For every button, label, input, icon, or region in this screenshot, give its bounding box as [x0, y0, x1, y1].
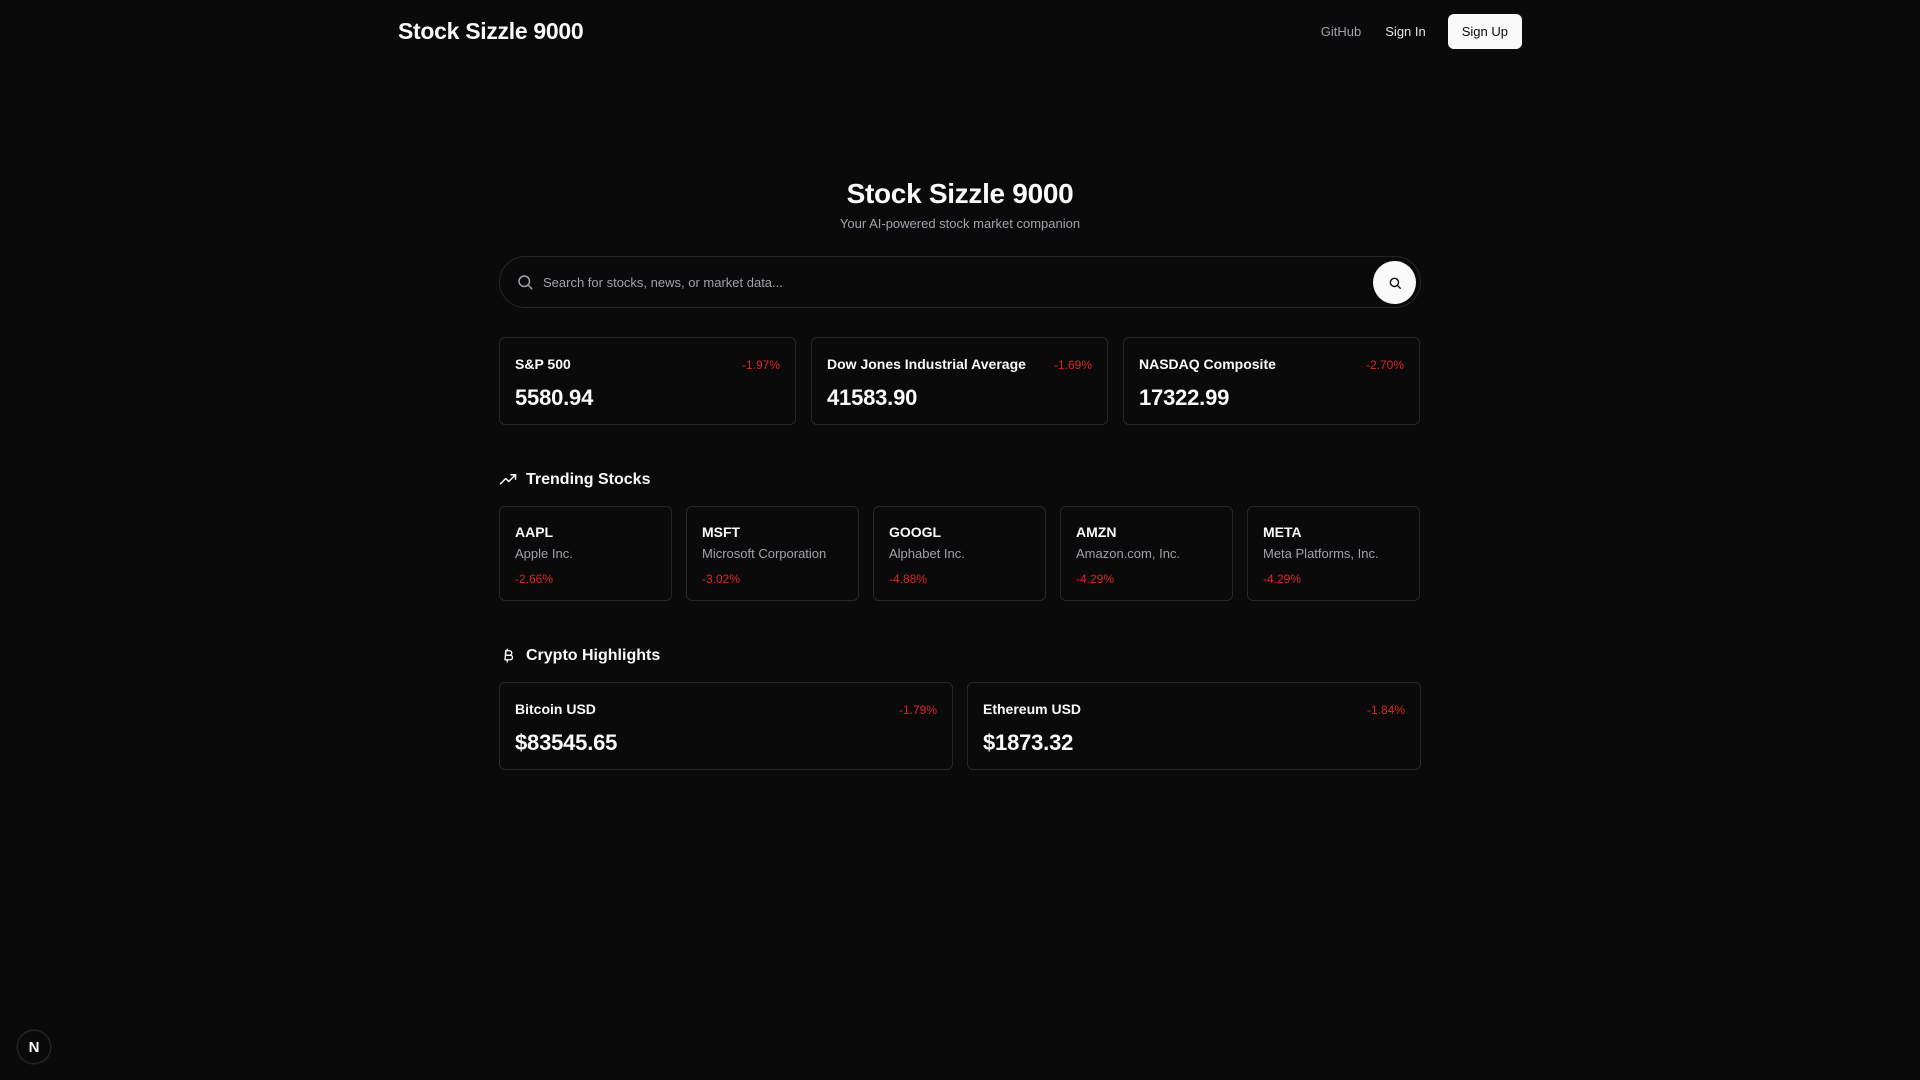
crypto-name: Ethereum USD	[983, 701, 1082, 717]
stock-change: -4.29%	[1263, 572, 1302, 586]
stock-company-name: Meta Platforms, Inc.	[1263, 546, 1379, 561]
bitcoin-icon	[504, 648, 514, 663]
index-card[interactable]: Dow Jones Industrial Average -1.69% 4158…	[811, 337, 1108, 425]
top-navbar: Stock Sizzle 9000 GitHub Sign In Sign Up	[0, 0, 1920, 64]
stock-company-name: Microsoft Corporation	[702, 546, 827, 561]
stock-change: -2.66%	[515, 572, 554, 586]
index-value: 41583.90	[827, 385, 918, 410]
crypto-price: $1873.32	[983, 730, 1074, 755]
stock-change: -4.88%	[889, 572, 928, 586]
search-icon	[518, 275, 533, 290]
stock-card[interactable]: AAPL Apple Inc. -2.66%	[499, 506, 672, 601]
search-bar	[499, 256, 1421, 308]
section-title-text: Crypto Highlights	[526, 647, 661, 664]
stock-card[interactable]: AMZN Amazon.com, Inc. -4.29%	[1060, 506, 1233, 601]
hero-section: Stock Sizzle 9000 Your AI-powered stock …	[0, 178, 1920, 231]
search-input[interactable]	[543, 271, 1363, 293]
stock-card[interactable]: META Meta Platforms, Inc. -4.29%	[1247, 506, 1420, 601]
stock-card[interactable]: MSFT Microsoft Corporation -3.02%	[686, 506, 859, 601]
index-card[interactable]: NASDAQ Composite -2.70% 17322.99	[1123, 337, 1420, 425]
trending-up-icon	[499, 474, 517, 485]
crypto-change: -1.79%	[898, 703, 937, 717]
trending-stocks-heading: Trending Stocks	[499, 471, 1421, 489]
sign-up-button[interactable]: Sign Up	[1447, 14, 1522, 49]
crypto-price: $83545.65	[515, 730, 618, 755]
stock-ticker: GOOGL	[889, 524, 942, 540]
index-name: NASDAQ Composite	[1139, 356, 1276, 372]
section-title-text: Trending Stocks	[526, 471, 651, 488]
nextjs-dev-tools-button[interactable]: N	[17, 1030, 51, 1064]
index-change: -1.69%	[1053, 358, 1092, 372]
github-link[interactable]: GitHub	[1309, 15, 1373, 48]
sign-in-link[interactable]: Sign In	[1373, 15, 1437, 48]
main-content: S&P 500 -1.97% 5580.94 Dow Jones Industr…	[499, 256, 1421, 770]
index-card[interactable]: S&P 500 -1.97% 5580.94	[499, 337, 796, 425]
stock-ticker: META	[1263, 524, 1302, 540]
index-name: S&P 500	[515, 356, 571, 372]
search-submit-button[interactable]	[1373, 261, 1416, 304]
index-value: 17322.99	[1139, 385, 1230, 410]
crypto-highlights-heading: Crypto Highlights	[499, 647, 1421, 665]
brand-logo-text[interactable]: Stock Sizzle 9000	[398, 18, 584, 45]
index-change: -2.70%	[1365, 358, 1404, 372]
stock-change: -3.02%	[702, 572, 741, 586]
stock-company-name: Apple Inc.	[515, 546, 573, 561]
stock-change: -4.29%	[1076, 572, 1115, 586]
stock-ticker: AMZN	[1076, 524, 1117, 540]
stock-company-name: Amazon.com, Inc.	[1076, 546, 1181, 561]
trending-stocks-list: AAPL Apple Inc. -2.66% MSFT Microsoft Co…	[499, 506, 1421, 601]
stock-card[interactable]: GOOGL Alphabet Inc. -4.88%	[873, 506, 1046, 601]
crypto-change: -1.84%	[1366, 703, 1405, 717]
header-nav: GitHub Sign In Sign Up	[1309, 14, 1522, 49]
market-indices: S&P 500 -1.97% 5580.94 Dow Jones Industr…	[499, 337, 1421, 425]
page-title: Stock Sizzle 9000	[846, 178, 1074, 209]
index-change: -1.97%	[741, 358, 780, 372]
crypto-list: Bitcoin USD -1.79% $83545.65 Ethereum US…	[499, 682, 1421, 770]
index-name: Dow Jones Industrial Average	[827, 356, 1026, 372]
stock-ticker: MSFT	[702, 524, 741, 540]
stock-company-name: Alphabet Inc.	[889, 546, 965, 561]
index-value: 5580.94	[515, 385, 594, 410]
crypto-card[interactable]: Bitcoin USD -1.79% $83545.65	[499, 682, 953, 770]
stock-ticker: AAPL	[515, 524, 554, 540]
search-icon	[1389, 277, 1401, 289]
crypto-name: Bitcoin USD	[515, 701, 596, 717]
crypto-card[interactable]: Ethereum USD -1.84% $1873.32	[967, 682, 1421, 770]
page-subtitle: Your AI-powered stock market companion	[839, 216, 1081, 231]
